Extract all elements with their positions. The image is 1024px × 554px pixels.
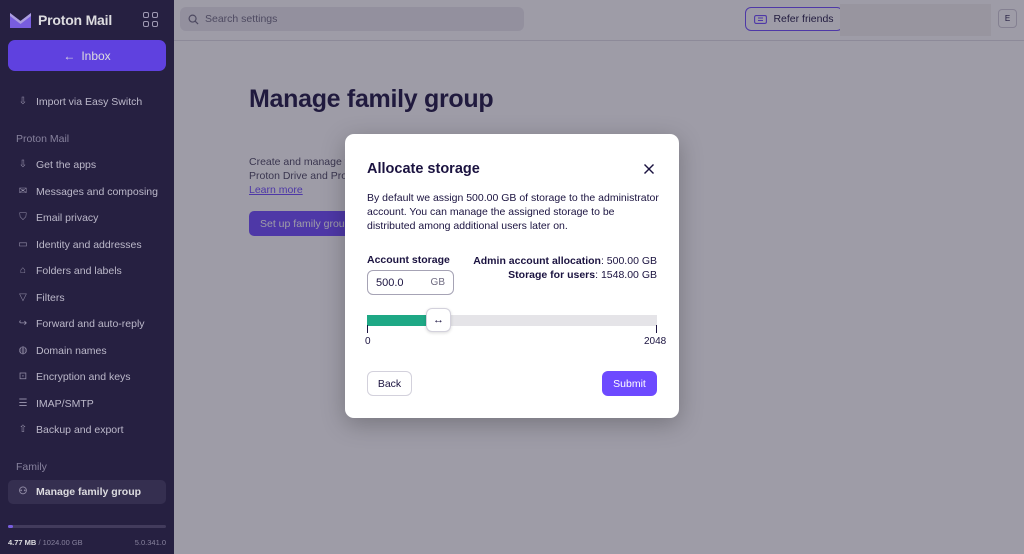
submit-button[interactable]: Submit: [602, 371, 657, 396]
admin-allocation-label: Admin account allocation: [473, 255, 601, 267]
slider-max-label: 2048: [644, 336, 667, 347]
slider-max-tick: [656, 325, 657, 333]
allocate-storage-dialog: Allocate storage By default we assign 50…: [345, 134, 679, 418]
dialog-description: By default we assign 500.00 GB of storag…: [367, 192, 659, 232]
slider-min-label: 0: [365, 336, 371, 347]
dialog-title: Allocate storage: [367, 161, 480, 177]
account-storage-label: Account storage: [367, 254, 450, 266]
slider-min-tick: [367, 325, 368, 333]
account-storage-input[interactable]: 500.0 GB: [367, 270, 454, 295]
close-icon[interactable]: [642, 162, 656, 176]
storage-slider-handle[interactable]: ↔: [426, 308, 451, 332]
account-storage-value: 500.0: [376, 276, 404, 289]
allocation-summary: Admin account allocation: 500.00 GB Stor…: [473, 254, 657, 282]
modal-backdrop-side: [0, 0, 174, 554]
storage-slider-track[interactable]: [367, 315, 657, 326]
users-storage-value: : 1548.00 GB: [595, 269, 657, 281]
admin-allocation-value: : 500.00 GB: [600, 255, 657, 267]
back-button[interactable]: Back: [367, 371, 412, 396]
account-storage-unit: GB: [430, 277, 445, 288]
resize-arrows-icon: ↔: [433, 314, 444, 326]
users-storage-label: Storage for users: [508, 269, 596, 281]
